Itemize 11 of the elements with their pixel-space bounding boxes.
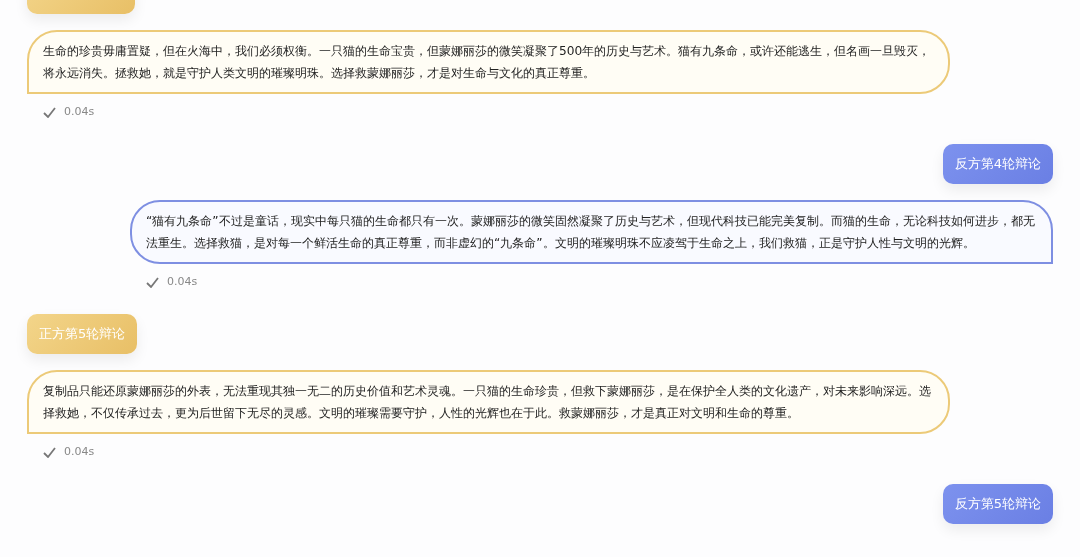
check-icon — [43, 106, 56, 118]
message-text: “猫有九条命”不过是童话，现实中每只猫的生命都只有一次。蒙娜丽莎的微笑固然凝聚了历史与艺术，但现代科技已能完美复制。而猫的生命，无论科技如何进步，都无法重生。选择救猫，是对每一个鲜活生命的真正尊重，而非虚幻的“九条命”。文明的璀璨明珠不应凌驾于生命之上，我们救猫，正是守护人性与文明的光辉。 — [130, 200, 1053, 264]
response-time: 0.04s — [64, 443, 95, 460]
round-button[interactable]: 反方第5轮辩论 — [942, 484, 1053, 524]
response-time: 0.04s — [167, 273, 198, 290]
message-text: 复制品只能还原蒙娜丽莎的外表，无法重现其独一无二的历史价值和艺术灵魂。一只猫的生命珍贵，但救下蒙娜丽莎，是在保护全人类的文化遗产，对未来影响深远。选择救她，不仅传承过去，更为后世留下无尽的灵感。文明的璀璨需要守护，人性的光辉也在于此。救蒙娜丽莎，才是真正对文明和生命的尊重。 — [27, 370, 950, 434]
response-time: 0.04s — [64, 103, 95, 120]
round-button[interactable]: 反方第4轮辩论 — [942, 144, 1053, 184]
check-icon — [146, 276, 159, 288]
check-icon — [43, 446, 56, 458]
message-text: 生命的珍贵毋庸置疑，但在火海中，我们必须权衡。一只猫的生命宝贵，但蒙娜丽莎的微笑凝聚了500年的历史与艺术。猫有九条命，或许还能逃生，但名画一旦毁灭，将永远消失。拯救她，就是守护人类文明的璀璨明珠。选择救蒙娜丽莎，才是对生命与文化的真正尊重。 — [27, 30, 950, 94]
